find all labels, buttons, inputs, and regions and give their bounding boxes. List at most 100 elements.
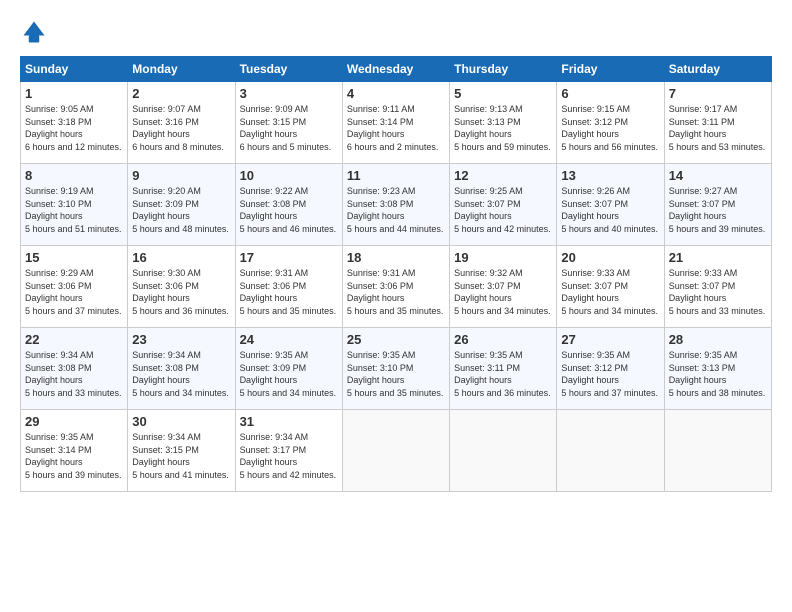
day-number: 9: [132, 168, 230, 183]
calendar-body: 1 Sunrise: 9:05 AMSunset: 3:18 PMDayligh…: [21, 82, 772, 492]
day-number: 6: [561, 86, 659, 101]
col-header-tuesday: Tuesday: [235, 57, 342, 82]
day-info: Sunrise: 9:35 AMSunset: 3:09 PMDaylight …: [240, 350, 337, 398]
calendar-cell: 30 Sunrise: 9:34 AMSunset: 3:15 PMDaylig…: [128, 410, 235, 492]
calendar-cell: 18 Sunrise: 9:31 AMSunset: 3:06 PMDaylig…: [342, 246, 449, 328]
day-info: Sunrise: 9:34 AMSunset: 3:15 PMDaylight …: [132, 432, 229, 480]
day-number: 3: [240, 86, 338, 101]
day-info: Sunrise: 9:15 AMSunset: 3:12 PMDaylight …: [561, 104, 658, 152]
col-header-saturday: Saturday: [664, 57, 771, 82]
calendar-cell: 17 Sunrise: 9:31 AMSunset: 3:06 PMDaylig…: [235, 246, 342, 328]
day-number: 10: [240, 168, 338, 183]
day-number: 20: [561, 250, 659, 265]
col-header-monday: Monday: [128, 57, 235, 82]
logo: [20, 18, 54, 46]
calendar-cell: 16 Sunrise: 9:30 AMSunset: 3:06 PMDaylig…: [128, 246, 235, 328]
week-row-4: 22 Sunrise: 9:34 AMSunset: 3:08 PMDaylig…: [21, 328, 772, 410]
calendar-cell: 20 Sunrise: 9:33 AMSunset: 3:07 PMDaylig…: [557, 246, 664, 328]
calendar-cell: [342, 410, 449, 492]
calendar-cell: 5 Sunrise: 9:13 AMSunset: 3:13 PMDayligh…: [450, 82, 557, 164]
day-info: Sunrise: 9:35 AMSunset: 3:14 PMDaylight …: [25, 432, 122, 480]
day-info: Sunrise: 9:09 AMSunset: 3:15 PMDaylight …: [240, 104, 332, 152]
calendar-cell: 10 Sunrise: 9:22 AMSunset: 3:08 PMDaylig…: [235, 164, 342, 246]
calendar-cell: 8 Sunrise: 9:19 AMSunset: 3:10 PMDayligh…: [21, 164, 128, 246]
day-info: Sunrise: 9:22 AMSunset: 3:08 PMDaylight …: [240, 186, 337, 234]
calendar-cell: 19 Sunrise: 9:32 AMSunset: 3:07 PMDaylig…: [450, 246, 557, 328]
calendar-cell: 23 Sunrise: 9:34 AMSunset: 3:08 PMDaylig…: [128, 328, 235, 410]
day-info: Sunrise: 9:35 AMSunset: 3:11 PMDaylight …: [454, 350, 551, 398]
day-number: 31: [240, 414, 338, 429]
day-number: 30: [132, 414, 230, 429]
calendar-cell: 11 Sunrise: 9:23 AMSunset: 3:08 PMDaylig…: [342, 164, 449, 246]
day-number: 18: [347, 250, 445, 265]
day-info: Sunrise: 9:23 AMSunset: 3:08 PMDaylight …: [347, 186, 444, 234]
calendar-cell: 6 Sunrise: 9:15 AMSunset: 3:12 PMDayligh…: [557, 82, 664, 164]
calendar-cell: 4 Sunrise: 9:11 AMSunset: 3:14 PMDayligh…: [342, 82, 449, 164]
calendar-cell: 3 Sunrise: 9:09 AMSunset: 3:15 PMDayligh…: [235, 82, 342, 164]
day-number: 14: [669, 168, 767, 183]
calendar-cell: [450, 410, 557, 492]
day-number: 17: [240, 250, 338, 265]
day-info: Sunrise: 9:30 AMSunset: 3:06 PMDaylight …: [132, 268, 229, 316]
day-info: Sunrise: 9:34 AMSunset: 3:08 PMDaylight …: [25, 350, 122, 398]
calendar-cell: 27 Sunrise: 9:35 AMSunset: 3:12 PMDaylig…: [557, 328, 664, 410]
calendar-cell: 29 Sunrise: 9:35 AMSunset: 3:14 PMDaylig…: [21, 410, 128, 492]
col-header-friday: Friday: [557, 57, 664, 82]
calendar-cell: 24 Sunrise: 9:35 AMSunset: 3:09 PMDaylig…: [235, 328, 342, 410]
day-number: 23: [132, 332, 230, 347]
day-info: Sunrise: 9:26 AMSunset: 3:07 PMDaylight …: [561, 186, 658, 234]
day-number: 11: [347, 168, 445, 183]
calendar-cell: 28 Sunrise: 9:35 AMSunset: 3:13 PMDaylig…: [664, 328, 771, 410]
day-number: 29: [25, 414, 123, 429]
day-number: 1: [25, 86, 123, 101]
day-number: 21: [669, 250, 767, 265]
calendar-cell: 26 Sunrise: 9:35 AMSunset: 3:11 PMDaylig…: [450, 328, 557, 410]
day-info: Sunrise: 9:31 AMSunset: 3:06 PMDaylight …: [240, 268, 337, 316]
day-info: Sunrise: 9:19 AMSunset: 3:10 PMDaylight …: [25, 186, 122, 234]
calendar-cell: 7 Sunrise: 9:17 AMSunset: 3:11 PMDayligh…: [664, 82, 771, 164]
day-info: Sunrise: 9:11 AMSunset: 3:14 PMDaylight …: [347, 104, 439, 152]
day-info: Sunrise: 9:13 AMSunset: 3:13 PMDaylight …: [454, 104, 551, 152]
day-info: Sunrise: 9:33 AMSunset: 3:07 PMDaylight …: [669, 268, 766, 316]
day-number: 27: [561, 332, 659, 347]
day-number: 7: [669, 86, 767, 101]
calendar-cell: 1 Sunrise: 9:05 AMSunset: 3:18 PMDayligh…: [21, 82, 128, 164]
day-info: Sunrise: 9:33 AMSunset: 3:07 PMDaylight …: [561, 268, 658, 316]
week-row-1: 1 Sunrise: 9:05 AMSunset: 3:18 PMDayligh…: [21, 82, 772, 164]
calendar-cell: 12 Sunrise: 9:25 AMSunset: 3:07 PMDaylig…: [450, 164, 557, 246]
day-info: Sunrise: 9:20 AMSunset: 3:09 PMDaylight …: [132, 186, 229, 234]
page: SundayMondayTuesdayWednesdayThursdayFrid…: [0, 0, 792, 612]
day-number: 5: [454, 86, 552, 101]
calendar-cell: 9 Sunrise: 9:20 AMSunset: 3:09 PMDayligh…: [128, 164, 235, 246]
calendar-cell: 2 Sunrise: 9:07 AMSunset: 3:16 PMDayligh…: [128, 82, 235, 164]
day-info: Sunrise: 9:17 AMSunset: 3:11 PMDaylight …: [669, 104, 766, 152]
day-info: Sunrise: 9:29 AMSunset: 3:06 PMDaylight …: [25, 268, 122, 316]
calendar-table: SundayMondayTuesdayWednesdayThursdayFrid…: [20, 56, 772, 492]
day-info: Sunrise: 9:34 AMSunset: 3:08 PMDaylight …: [132, 350, 229, 398]
day-number: 12: [454, 168, 552, 183]
day-number: 13: [561, 168, 659, 183]
day-number: 25: [347, 332, 445, 347]
logo-icon: [20, 18, 48, 46]
day-number: 4: [347, 86, 445, 101]
calendar-cell: [664, 410, 771, 492]
day-info: Sunrise: 9:35 AMSunset: 3:12 PMDaylight …: [561, 350, 658, 398]
day-number: 24: [240, 332, 338, 347]
week-row-3: 15 Sunrise: 9:29 AMSunset: 3:06 PMDaylig…: [21, 246, 772, 328]
week-row-5: 29 Sunrise: 9:35 AMSunset: 3:14 PMDaylig…: [21, 410, 772, 492]
col-header-thursday: Thursday: [450, 57, 557, 82]
day-number: 2: [132, 86, 230, 101]
day-info: Sunrise: 9:35 AMSunset: 3:13 PMDaylight …: [669, 350, 766, 398]
day-info: Sunrise: 9:05 AMSunset: 3:18 PMDaylight …: [25, 104, 122, 152]
calendar-cell: 25 Sunrise: 9:35 AMSunset: 3:10 PMDaylig…: [342, 328, 449, 410]
day-info: Sunrise: 9:07 AMSunset: 3:16 PMDaylight …: [132, 104, 224, 152]
col-header-wednesday: Wednesday: [342, 57, 449, 82]
day-number: 22: [25, 332, 123, 347]
calendar-cell: 22 Sunrise: 9:34 AMSunset: 3:08 PMDaylig…: [21, 328, 128, 410]
calendar-header: SundayMondayTuesdayWednesdayThursdayFrid…: [21, 57, 772, 82]
day-number: 8: [25, 168, 123, 183]
day-info: Sunrise: 9:32 AMSunset: 3:07 PMDaylight …: [454, 268, 551, 316]
day-info: Sunrise: 9:35 AMSunset: 3:10 PMDaylight …: [347, 350, 444, 398]
day-info: Sunrise: 9:34 AMSunset: 3:17 PMDaylight …: [240, 432, 337, 480]
day-number: 16: [132, 250, 230, 265]
